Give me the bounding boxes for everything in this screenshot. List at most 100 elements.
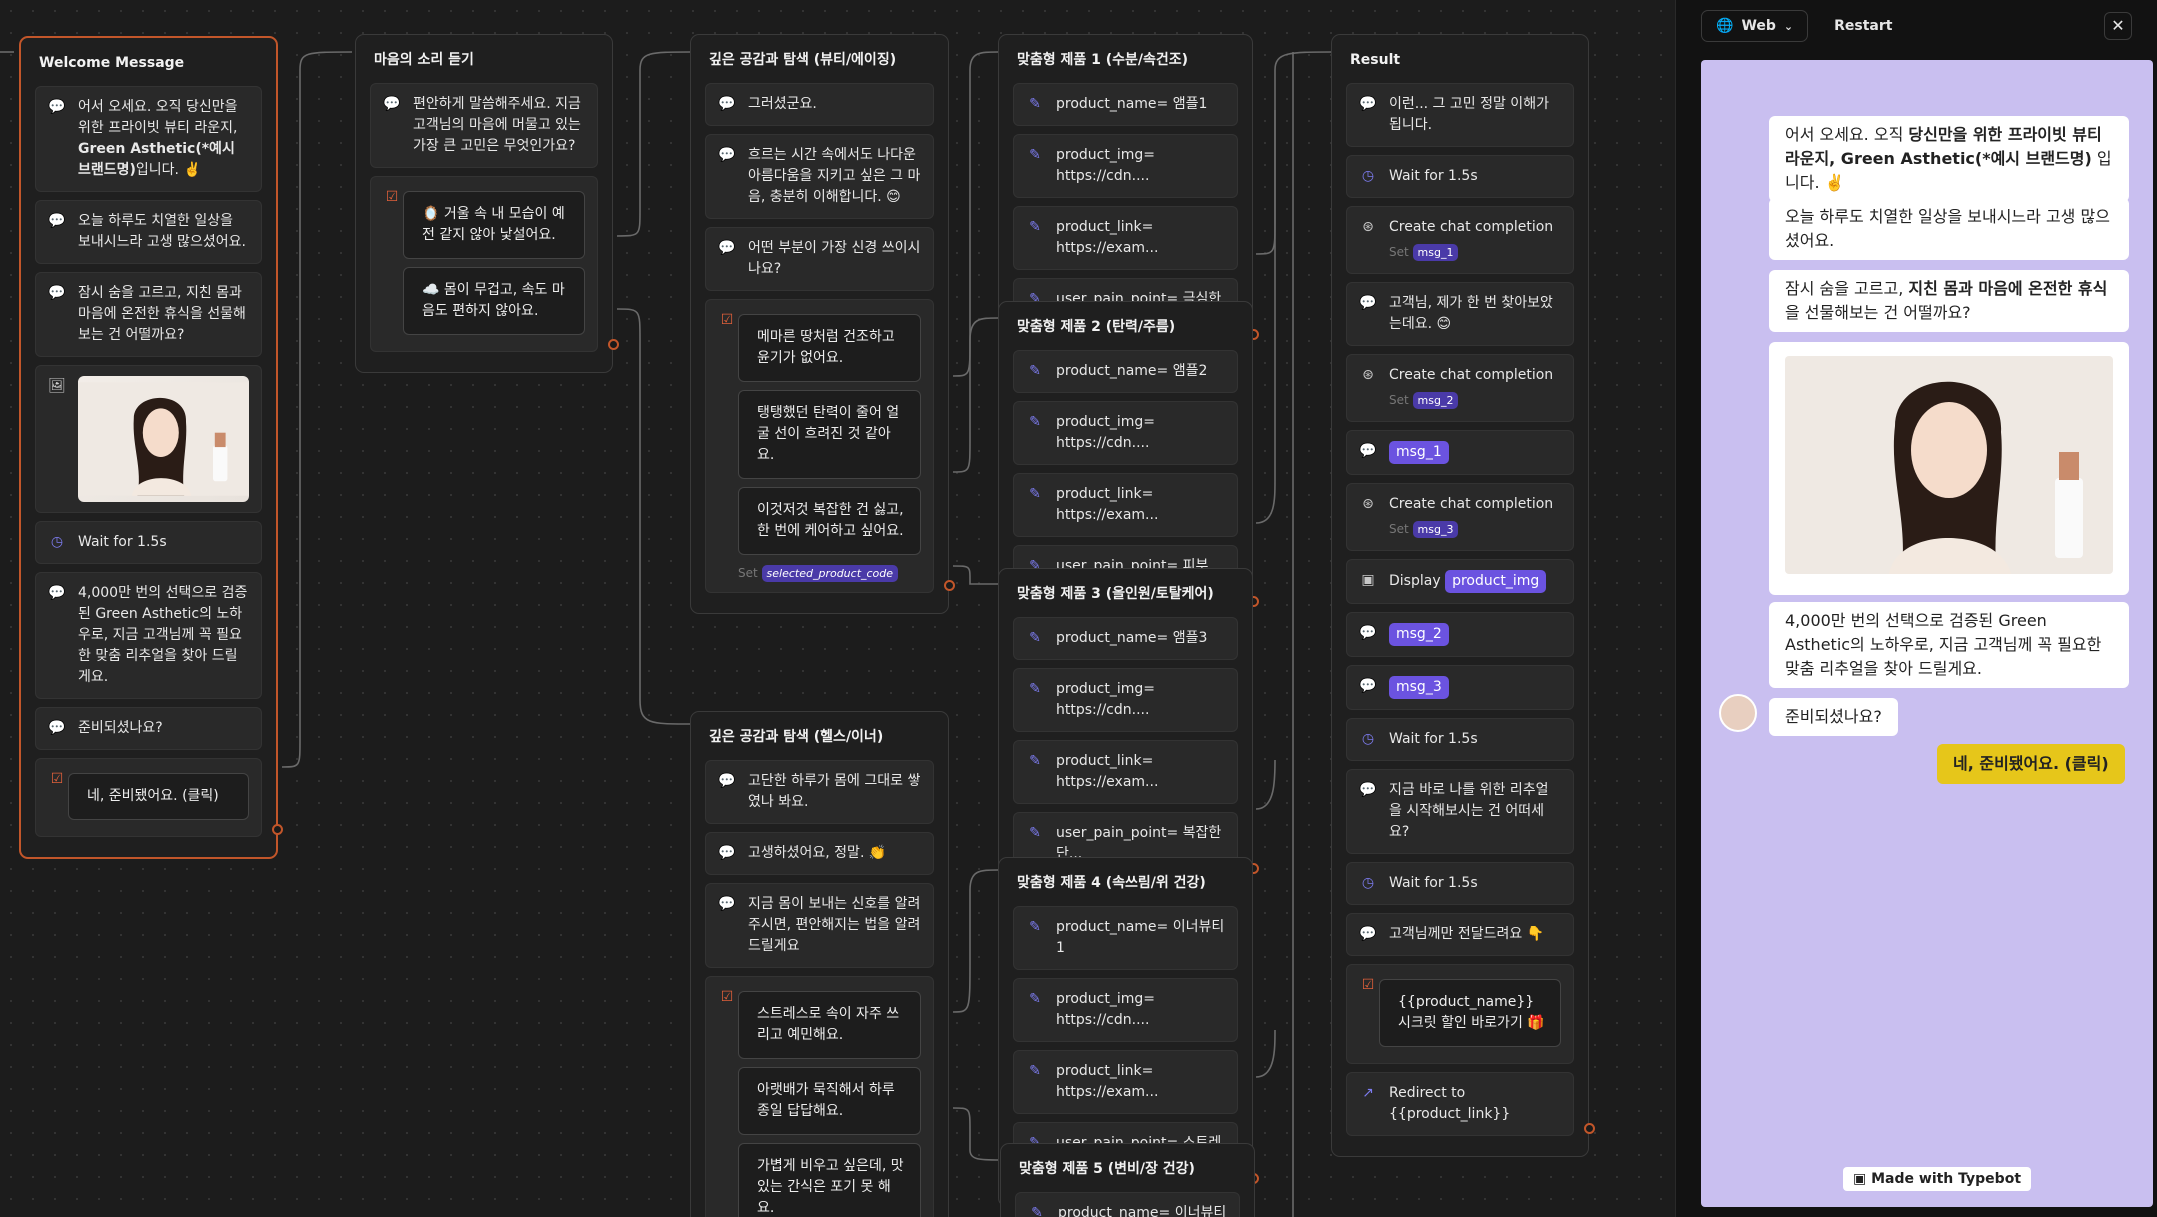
set-block[interactable]: ✎ product_name= 앰플1 <box>1013 83 1238 126</box>
set-block[interactable]: ✎ product_name= 앰플2 <box>1013 350 1238 393</box>
output-connector[interactable] <box>272 824 283 835</box>
wait-block[interactable]: ◷ Wait for 1.5s <box>1346 155 1574 198</box>
text-block[interactable]: 💬 준비되셨나요? <box>35 707 262 750</box>
block-text: 그러셨군요. <box>748 96 817 112</box>
text-block[interactable]: 💬 지금 몸이 보내는 신호를 알려주시면, 편안해지는 법을 알려드릴게요 <box>705 883 934 968</box>
bubble-text: 오늘 하루도 치열한 일상을 보내시느라 고생 많으셨어요. <box>1785 207 2110 250</box>
set-block[interactable]: ✎ product_link= https://exam... <box>1013 473 1238 537</box>
block-text: 지금 바로 나를 위한 리추얼을 시작해보시는 건 어떠세요? <box>1389 782 1549 840</box>
choice-block[interactable]: ☑ 스트레스로 속이 자주 쓰리고 예민해요. 아랫배가 묵직해서 하루 종일 답답… <box>705 976 934 1217</box>
flow-group[interactable]: 맞춤형 제품 3 (올인원/토탈케어) ✎ product_name= 앰플3 ✎ pr… <box>998 568 1259 897</box>
block-text: 준비되셨나요? <box>78 720 163 736</box>
choice-button[interactable]: {{product_name}} 시크릿 할인 바로가기 🎁 <box>1379 979 1561 1047</box>
choice-block[interactable]: ☑ 네, 준비됐어요. (클릭) <box>35 758 262 837</box>
user-reply-bubble[interactable]: 네, 준비됐어요. (클릭) <box>1937 744 2125 784</box>
image-block[interactable]: 🖼 <box>35 365 262 513</box>
bot-avatar <box>1719 694 1757 732</box>
message-text: 어서 오세요. 오직 당신만을 위한 프라이빗 뷰티 라운지, <box>78 99 238 136</box>
welcome-image <box>78 376 249 502</box>
flow-canvas[interactable]: Welcome Message 💬 어서 오세요. 오직 당신만을 위한 프라이빗 … <box>0 0 1675 1217</box>
choice-button[interactable]: 네, 준비됐어요. (클릭) <box>68 773 249 820</box>
flow-group[interactable]: 맞춤형 제품 5 (변비/장 건강) ✎ product_name= 이너뷰티2 <box>1000 1143 1255 1217</box>
block-text: product_link= https://exam... <box>1056 753 1159 790</box>
set-block[interactable]: ✎ product_img= https://cdn.... <box>1013 978 1238 1042</box>
choice-block[interactable]: ☑ 메마른 땅처럼 건조하고 윤기가 없어요. 탱탱했던 탄력이 줄어 얼굴 선이 … <box>705 299 934 593</box>
choice-block[interactable]: ☑ 🪞 거울 속 내 모습이 예전 같지 않아 낯설어요. ☁️ 몸이 무겁고, 속… <box>370 176 598 352</box>
flow-group[interactable]: Result 💬 이런... 그 고민 정말 이해가 됩니다. ◷ Wait for 1… <box>1331 34 1595 1157</box>
set-block[interactable]: ✎ product_link= https://exam... <box>1013 206 1238 270</box>
text-block[interactable]: 💬 고객님, 제가 한 번 찾아보았는데요. 😊 <box>1346 282 1574 346</box>
set-block[interactable]: ✎ product_img= https://cdn.... <box>1013 401 1238 465</box>
choice-button[interactable]: 메마른 땅처럼 건조하고 윤기가 없어요. <box>738 314 921 382</box>
choice-button[interactable]: 아랫배가 묵직해서 하루 종일 답답해요. <box>738 1067 921 1135</box>
choice-button[interactable]: 🪞 거울 속 내 모습이 예전 같지 않아 낯설어요. <box>403 191 585 259</box>
text-block[interactable]: 💬 고객님께만 전달드려요 👇 <box>1346 913 1574 956</box>
choice-button[interactable]: 탱탱했던 탄력이 줄어 얼굴 선이 흐려진 것 같아요. <box>738 390 921 479</box>
text-block[interactable]: 💬 그러셨군요. <box>705 83 934 126</box>
pencil-icon: ✎ <box>1029 147 1041 163</box>
set-block[interactable]: ✎ product_img= https://cdn.... <box>1013 668 1238 732</box>
display-block[interactable]: ▣ Display product_img <box>1346 559 1574 604</box>
ai-block[interactable]: ⊛ Create chat completion Set msg_3 <box>1346 483 1574 551</box>
mode-label: Web <box>1741 18 1776 34</box>
flow-group[interactable]: 마음의 소리 듣기 💬 편안하게 말씀해주세요. 지금 고객님의 마음에 머물고 있… <box>355 34 619 373</box>
set-variable-line: Set msg_2 <box>1389 390 1561 411</box>
text-block[interactable]: 💬 흐르는 시간 속에서도 나다운 아름다움을 지키고 싶은 그 마음, 충분히 … <box>705 134 934 219</box>
text-block[interactable]: 💬 오늘 하루도 치열한 일상을 보내시느라 고생 많으셨어요. <box>35 200 262 264</box>
typebot-badge[interactable]: ▣ Made with Typebot <box>1843 1167 2032 1191</box>
output-connector[interactable] <box>608 339 619 350</box>
set-block[interactable]: ✎ product_link= https://exam... <box>1013 1050 1238 1114</box>
pencil-icon: ✎ <box>1029 919 1041 935</box>
block-text: Wait for 1.5s <box>1389 731 1478 747</box>
wait-block[interactable]: ◷ Wait for 1.5s <box>1346 862 1574 905</box>
chipmsg-block[interactable]: 💬 msg_2 <box>1346 612 1574 657</box>
choice-button[interactable]: ☁️ 몸이 무겁고, 속도 마음도 편하지 않아요. <box>403 267 585 335</box>
flow-group[interactable]: 깊은 공감과 탐색 (헬스/이너) 💬 고단한 하루가 몸에 그대로 쌓였나 봐요.… <box>690 711 949 1217</box>
chevron-down-icon: ⌄ <box>1783 19 1794 33</box>
output-connector[interactable] <box>1584 1123 1595 1134</box>
chat-preview[interactable]: 어서 오세요. 오직 당신만을 위한 프라이빗 뷰티 라운지, Green As… <box>1701 60 2153 1207</box>
ai-block[interactable]: ⊛ Create chat completion Set msg_1 <box>1346 206 1574 274</box>
block-text: product_name= 앰플1 <box>1056 96 1208 112</box>
output-connector[interactable] <box>944 580 955 591</box>
choice-button[interactable]: 가볍게 비우고 싶은데, 맛있는 간식은 포기 못 해요. <box>738 1143 921 1217</box>
set-block[interactable]: ✎ product_link= https://exam... <box>1013 740 1238 804</box>
set-block[interactable]: ✎ product_img= https://cdn.... <box>1013 134 1238 198</box>
text-block[interactable]: 💬 이런... 그 고민 정말 이해가 됩니다. <box>1346 83 1574 147</box>
message-icon: 💬 <box>718 845 736 861</box>
text-block[interactable]: 💬 지금 바로 나를 위한 리추얼을 시작해보시는 건 어떠세요? <box>1346 769 1574 854</box>
bubble-text-tail: 을 선물해보는 건 어떨까요? <box>1785 303 1971 322</box>
text-block[interactable]: 💬 어떤 부분이 가장 신경 쓰이시나요? <box>705 227 934 291</box>
message-icon: 💬 <box>48 720 66 736</box>
choice-block[interactable]: ☑ {{product_name}} 시크릿 할인 바로가기 🎁 <box>1346 964 1574 1064</box>
set-block[interactable]: ✎ product_name= 앰플3 <box>1013 617 1238 660</box>
block-text: 고객님, 제가 한 번 찾아보았는데요. 😊 <box>1389 295 1553 332</box>
choice-button[interactable]: 이것저것 복잡한 건 싫고, 한 번에 케어하고 싶어요. <box>738 487 921 555</box>
chipmsg-block[interactable]: 💬 msg_1 <box>1346 430 1574 475</box>
message-icon: 💬 <box>1359 625 1377 641</box>
flow-group[interactable]: 깊은 공감과 탐색 (뷰티/에이징) 💬 그러셨군요. 💬 흐르는 시간 속에서도 나다… <box>690 34 955 614</box>
flow-group[interactable]: Welcome Message 💬 어서 오세요. 오직 당신만을 위한 프라이빗 … <box>19 36 283 859</box>
openai-icon: ⊛ <box>1362 219 1374 235</box>
set-block[interactable]: ✎ product_name= 이너뷰티2 <box>1015 1192 1240 1217</box>
set-block[interactable]: ✎ product_name= 이너뷰티1 <box>1013 906 1238 970</box>
text-block[interactable]: 💬 편안하게 말씀해주세요. 지금 고객님의 마음에 머물고 있는 가장 큰 고민… <box>370 83 598 168</box>
mode-dropdown[interactable]: 🌐 Web ⌄ <box>1701 10 1809 42</box>
choice-button[interactable]: 스트레스로 속이 자주 쓰리고 예민해요. <box>738 991 921 1059</box>
clock-icon: ◷ <box>50 534 64 550</box>
wait-block[interactable]: ◷ Wait for 1.5s <box>35 521 262 564</box>
text-block[interactable]: 💬 어서 오세요. 오직 당신만을 위한 프라이빗 뷰티 라운지, Green A… <box>35 86 262 192</box>
restart-button[interactable]: Restart <box>1834 18 1892 34</box>
text-block[interactable]: 💬 고생하셨어요, 정말. 👏 <box>705 832 934 875</box>
ai-block[interactable]: ⊛ Create chat completion Set msg_2 <box>1346 354 1574 422</box>
text-block[interactable]: 💬 잠시 숨을 고르고, 지친 몸과 마음에 온전한 휴식을 선물해보는 건 어떨… <box>35 272 262 357</box>
text-block[interactable]: 💬 4,000만 번의 선택으로 검증된 Green Asthetic의 노하우로… <box>35 572 262 699</box>
block-text: 고생하셨어요, 정말. 👏 <box>748 845 887 861</box>
checkbox-icon: ☑ <box>1361 977 1375 993</box>
text-block[interactable]: 💬 고단한 하루가 몸에 그대로 쌓였나 봐요. <box>705 760 934 824</box>
wait-block[interactable]: ◷ Wait for 1.5s <box>1346 718 1574 761</box>
jump-block[interactable]: ↗ Redirect to {{product_link}} <box>1346 1072 1574 1136</box>
block-text: product_link= https://exam... <box>1056 219 1159 256</box>
close-icon[interactable]: ✕ <box>2104 12 2132 40</box>
chipmsg-block[interactable]: 💬 msg_3 <box>1346 665 1574 710</box>
